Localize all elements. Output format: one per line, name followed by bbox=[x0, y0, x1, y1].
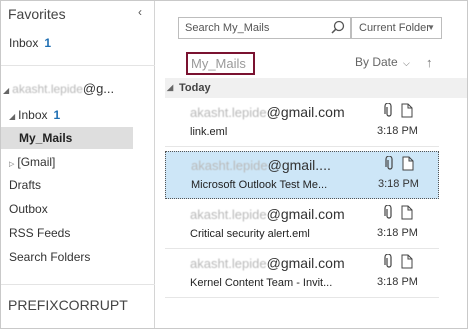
scrollbar[interactable] bbox=[448, 78, 467, 328]
favorites-inbox-label: Inbox bbox=[9, 36, 39, 50]
mail-item[interactable]: akasht.lepide@gmail.com Critical securit… bbox=[165, 201, 439, 249]
sidebar-item-label: RSS Feeds bbox=[9, 226, 71, 240]
sort-direction-icon[interactable]: ↑ bbox=[426, 55, 433, 70]
account-prefixcorrupt[interactable]: PREFIXCORRUPT bbox=[8, 297, 128, 313]
sender-name-blurred: akasht.lepide bbox=[190, 105, 267, 120]
group-label: Today bbox=[179, 82, 211, 94]
search-icon[interactable] bbox=[327, 17, 351, 39]
attachment-icon bbox=[383, 253, 395, 274]
chevron-down-icon: ⌵ bbox=[403, 58, 410, 68]
document-icon bbox=[401, 254, 413, 274]
sort-label: By Date bbox=[355, 55, 398, 69]
sender-domain: @gmail.com bbox=[266, 206, 345, 222]
sidebar-item-drafts[interactable]: Drafts bbox=[1, 174, 133, 196]
document-icon bbox=[401, 103, 413, 123]
mail-item[interactable]: akasht.lepide@gmail.com link.eml 3:18 PM bbox=[165, 99, 439, 147]
attachment-icon bbox=[383, 102, 395, 123]
sidebar-item-label: Inbox bbox=[18, 108, 48, 122]
divider bbox=[1, 284, 155, 285]
divider bbox=[1, 65, 155, 66]
sidebar-item-label: [Gmail] bbox=[17, 155, 56, 169]
sidebar-item-label: Search Folders bbox=[9, 250, 91, 264]
sender-name-blurred: akasht.lepide bbox=[190, 207, 267, 222]
attachment-icon bbox=[384, 155, 396, 176]
sidebar-item-rss-feeds[interactable]: RSS Feeds bbox=[1, 222, 133, 244]
sender-name-blurred: akasht.lepide bbox=[190, 256, 267, 271]
chevron-down-icon: ▼ bbox=[427, 23, 435, 32]
message-list-pane: Search My_Mails Current Folder ▼ My_Mail… bbox=[156, 1, 467, 328]
sidebar-item-search-folders[interactable]: Search Folders bbox=[1, 246, 133, 268]
inbox-unread-count: 1 bbox=[53, 108, 61, 122]
sidebar-item-label: Drafts bbox=[9, 178, 42, 192]
expand-triangle-icon: ◢ bbox=[9, 112, 16, 121]
search-scope-dropdown[interactable]: Current Folder ▼ bbox=[351, 17, 442, 39]
mail-subject: Critical security alert.eml bbox=[190, 228, 310, 240]
mail-item-selected[interactable]: akasht.lepide@gmail.... Microsoft Outloo… bbox=[165, 151, 439, 199]
sidebar-item-my-mails[interactable]: My_Mails bbox=[1, 127, 133, 149]
group-header-today[interactable]: ◢ Today bbox=[165, 78, 467, 98]
mail-sender: akasht.lepide@gmail.com bbox=[190, 104, 345, 120]
sender-domain: @gmail.... bbox=[267, 157, 331, 173]
sidebar-item-inbox[interactable]: ◢ Inbox 1 bbox=[1, 104, 133, 126]
favorites-inbox-count: 1 bbox=[44, 36, 52, 50]
favorites-inbox[interactable]: Inbox 1 bbox=[1, 32, 133, 54]
account-header[interactable]: ◢ akasht.lepide@g... bbox=[3, 81, 114, 96]
mail-time: 3:18 PM bbox=[377, 125, 418, 137]
sidebar-item-outbox[interactable]: Outbox bbox=[1, 198, 133, 220]
search-scope-label: Current Folder bbox=[359, 22, 430, 34]
mail-sender: akasht.lepide@gmail.com bbox=[190, 206, 345, 222]
mail-subject: Microsoft Outlook Test Me... bbox=[191, 179, 328, 191]
mail-time: 3:18 PM bbox=[378, 178, 419, 190]
collapse-pane-icon[interactable]: ‹ bbox=[138, 5, 142, 19]
folder-pane: Favorites ‹ Inbox 1 ◢ akasht.lepide@g... ◢… bbox=[1, 1, 155, 328]
sender-domain: @gmail.com bbox=[266, 104, 345, 120]
mail-subject: Kernel Content Team - Invit... bbox=[190, 277, 333, 289]
sender-domain: @gmail.com bbox=[266, 255, 345, 271]
attachment-icon bbox=[383, 204, 395, 225]
mail-time: 3:18 PM bbox=[377, 227, 418, 239]
document-icon bbox=[402, 156, 414, 176]
mail-item[interactable]: akasht.lepide@gmail.com Kernel Content T… bbox=[165, 250, 439, 298]
sidebar-item-label: Outbox bbox=[9, 202, 48, 216]
document-icon bbox=[401, 205, 413, 225]
expand-triangle-icon: ◢ bbox=[3, 86, 10, 95]
account-domain: @g... bbox=[82, 81, 115, 96]
mail-time: 3:18 PM bbox=[377, 276, 418, 288]
favorites-header[interactable]: Favorites bbox=[8, 6, 66, 22]
sidebar-item-gmail[interactable]: ▷ [Gmail] bbox=[1, 151, 133, 173]
sort-by-dropdown[interactable]: By Date ⌵ bbox=[355, 55, 410, 69]
collapsed-triangle-icon: ▷ bbox=[9, 161, 15, 168]
sidebar-item-label: My_Mails bbox=[19, 131, 73, 145]
mail-sender: akasht.lepide@gmail.com bbox=[190, 255, 345, 271]
mail-sender: akasht.lepide@gmail.... bbox=[191, 157, 331, 173]
folder-title: My_Mails bbox=[186, 52, 255, 75]
sender-name-blurred: akasht.lepide bbox=[191, 158, 268, 173]
mail-subject: link.eml bbox=[190, 126, 228, 138]
account-name-blurred: akasht.lepide bbox=[12, 82, 83, 96]
expand-triangle-icon: ◢ bbox=[167, 83, 174, 92]
